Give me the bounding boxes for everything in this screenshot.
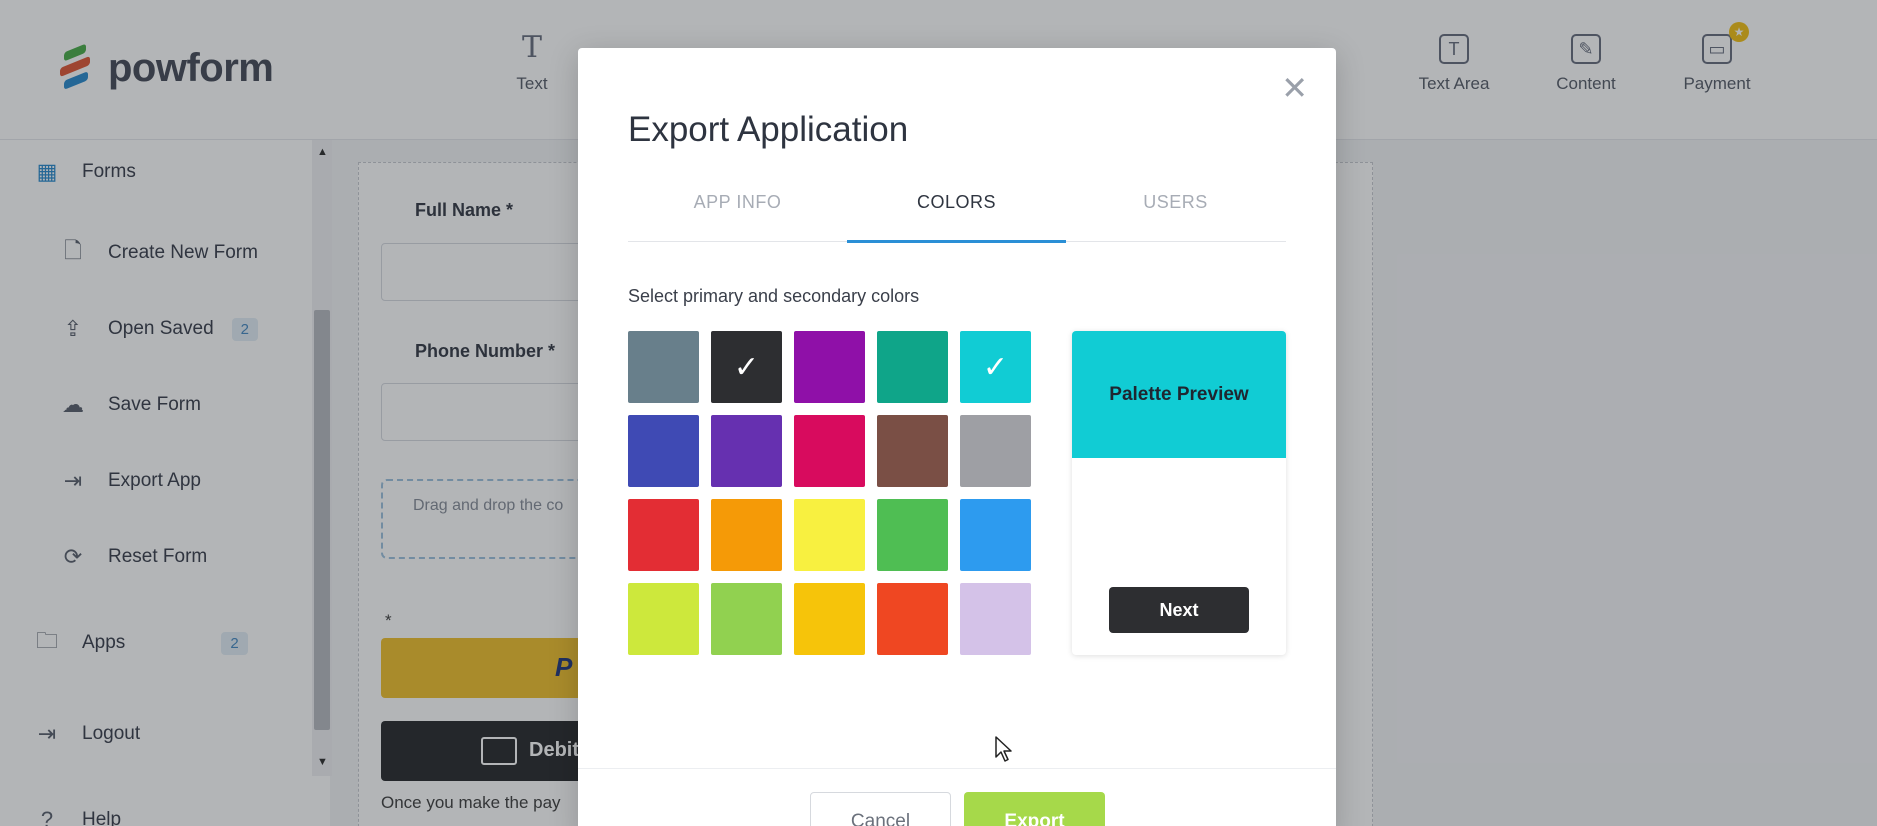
export-application-modal: ✕ Export Application APP INFO COLORS USE…: [578, 48, 1336, 826]
preview-title: Palette Preview: [1109, 383, 1249, 405]
tab-app-info[interactable]: APP INFO: [628, 174, 847, 242]
tab-users[interactable]: USERS: [1066, 174, 1285, 242]
palette-preview: Palette Preview Next: [1072, 331, 1286, 655]
color-swatch[interactable]: [877, 331, 948, 403]
cancel-button[interactable]: Cancel: [810, 792, 951, 826]
color-swatch[interactable]: [794, 415, 865, 487]
color-swatch[interactable]: ✓: [960, 331, 1031, 403]
modal-title: Export Application: [628, 110, 909, 149]
active-tab-indicator: [847, 240, 1066, 243]
close-icon[interactable]: ✕: [1281, 72, 1308, 104]
color-swatch[interactable]: [628, 415, 699, 487]
color-swatch[interactable]: [877, 583, 948, 655]
mouse-cursor-icon: [995, 736, 1012, 762]
color-swatch[interactable]: [711, 583, 782, 655]
color-swatch[interactable]: [628, 583, 699, 655]
color-swatch[interactable]: [711, 415, 782, 487]
checkmark-icon: ✓: [733, 350, 760, 384]
color-swatch[interactable]: [628, 331, 699, 403]
color-swatch[interactable]: [794, 583, 865, 655]
color-swatch[interactable]: [960, 583, 1031, 655]
checkmark-icon: ✓: [982, 350, 1009, 384]
color-swatch[interactable]: [711, 499, 782, 571]
color-swatch[interactable]: [960, 415, 1031, 487]
color-swatch[interactable]: [877, 415, 948, 487]
preview-header: Palette Preview: [1072, 331, 1286, 458]
color-swatch[interactable]: ✓: [711, 331, 782, 403]
preview-next-button[interactable]: Next: [1109, 587, 1249, 633]
color-swatch[interactable]: [960, 499, 1031, 571]
modal-footer: [578, 768, 1336, 826]
color-swatch[interactable]: [794, 499, 865, 571]
export-button[interactable]: Export: [964, 792, 1105, 826]
color-swatch[interactable]: [794, 331, 865, 403]
tab-colors[interactable]: COLORS: [847, 174, 1066, 242]
modal-tabs: APP INFO COLORS USERS: [628, 174, 1286, 243]
color-instruction: Select primary and secondary colors: [628, 286, 920, 306]
color-swatch[interactable]: [877, 499, 948, 571]
color-swatch[interactable]: [628, 499, 699, 571]
